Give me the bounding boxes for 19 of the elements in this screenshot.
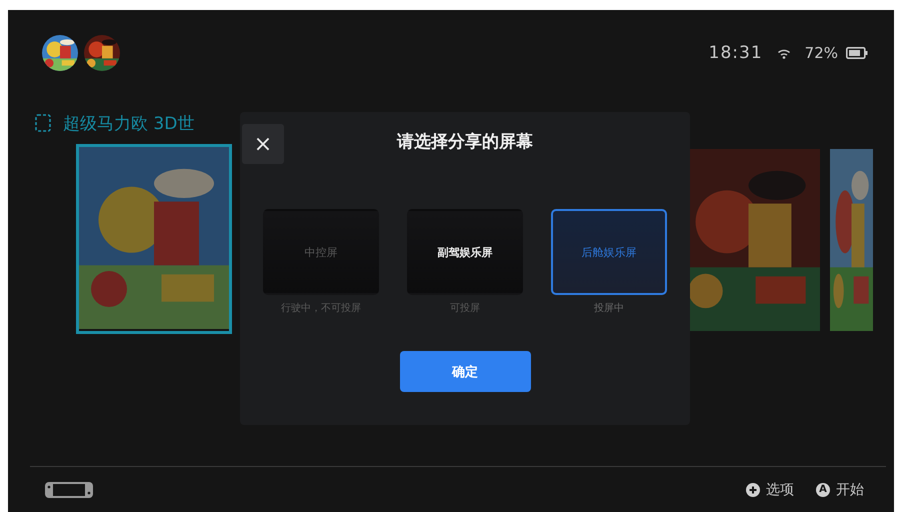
confirm-button[interactable]: 确定 — [400, 351, 530, 392]
clock-time: 18:31 — [708, 43, 763, 63]
hint-label: 选项 — [766, 480, 794, 498]
battery-level: 72% — [804, 44, 838, 62]
screen-select-icon — [35, 114, 51, 132]
battery-icon — [846, 47, 868, 59]
plus-icon — [746, 482, 760, 496]
console-icon — [44, 480, 94, 498]
option-caption: 可投屏 — [450, 302, 480, 315]
option-caption: 行驶中，不可投屏 — [281, 302, 361, 315]
screen-option[interactable]: 后舱娱乐屏 — [551, 209, 667, 295]
hint-label: 开始 — [836, 480, 864, 498]
dialog-title: 请选择分享的屏幕 — [397, 130, 533, 152]
game-title: 超级马力欧 3D世 — [63, 112, 196, 134]
option-caption: 投屏中 — [594, 302, 624, 315]
close-button[interactable]: × — [242, 124, 284, 164]
key-badge: A — [816, 482, 830, 496]
screen-option[interactable]: 副驾娱乐屏 — [407, 209, 523, 295]
wifi-icon — [776, 48, 791, 58]
